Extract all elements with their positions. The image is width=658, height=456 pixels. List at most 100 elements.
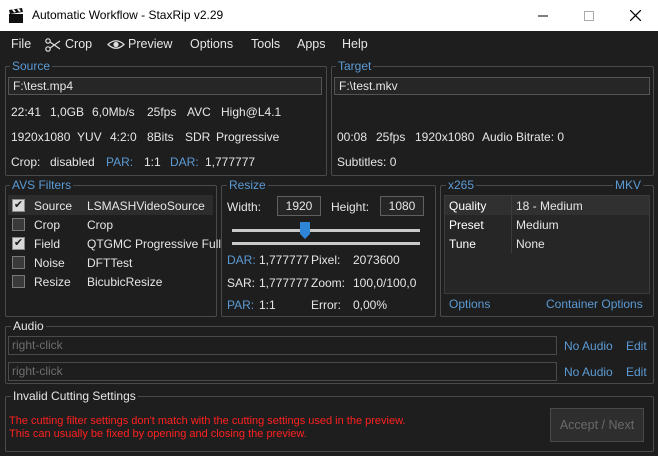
source-profile: High@L4.1 [221,105,282,119]
column-divider [511,215,512,234]
encoder-options-link[interactable]: Options [449,297,490,311]
checkbox-unchecked[interactable] [12,256,25,269]
encoder-option-row[interactable]: Quality 18 - Medium [445,196,649,215]
checkbox-checked[interactable]: ✔ [12,199,25,212]
encoder-option-value: 18 - Medium [516,199,583,213]
checkbox-unchecked[interactable] [12,218,25,231]
source-bitrate: 6,0Mb/s [92,105,135,119]
zoom-label: Zoom: [311,276,346,290]
avs-filters-label: AVS Filters [10,178,74,192]
source-crop-value: disabled [50,155,95,169]
pixel-value: 2073600 [353,253,400,267]
menu-tools[interactable]: Tools [251,37,280,51]
encoder-option-key: Quality [449,199,487,213]
error-label: Error: [311,298,341,312]
menu-file[interactable]: File [11,37,31,51]
resize-sar-label: SAR: [227,276,256,290]
audio-track-2-edit[interactable]: Edit [626,365,647,379]
menu-help[interactable]: Help [342,37,368,51]
filter-category: Crop [34,218,61,232]
maximize-button[interactable] [566,0,612,31]
menu-options[interactable]: Options [190,37,233,51]
source-par-value: 1:1 [144,155,161,169]
menu-crop[interactable]: Crop [65,37,92,51]
accept-next-button[interactable]: Accept / Next [550,408,644,442]
clapperboard-icon [9,8,23,23]
filter-category: Noise [34,256,65,270]
encoder-option-row[interactable]: Tune None [445,234,649,253]
slider-track [232,229,420,232]
source-resolution: 1920x1080 [11,130,71,144]
source-crop-label: Crop: [11,155,41,169]
source-size: 1,0GB [50,105,85,119]
encoder-label[interactable]: x265 [446,178,477,192]
scissors-icon [45,38,61,52]
audio-track-1-input[interactable]: right-click [8,336,557,355]
error-value: 0,00% [353,298,388,312]
container-label[interactable]: MKV [613,178,644,192]
resize-dar-value: 1,777777 [259,253,310,267]
target-path-field[interactable]: F:\test.mkv [334,77,650,95]
encoder-option-key: Tune [449,237,476,251]
source-colorspace: YUV [77,130,102,144]
target-fps: 25fps [376,130,406,144]
filter-name: DFTTest [87,256,133,270]
filter-row[interactable]: Resize BicubicResize [8,272,213,291]
filter-row[interactable]: ✔ Source LSMASHVideoSource [8,196,213,215]
source-bitdepth: 8Bits [147,130,174,144]
menu-apps[interactable]: Apps [297,37,326,51]
source-label: Source [10,59,53,73]
audio-track-2-status[interactable]: No Audio [564,365,613,379]
maximize-icon [584,10,594,21]
checkbox-unchecked[interactable] [12,275,25,288]
audio-label: Audio [11,319,46,333]
filter-row[interactable]: Crop Crop [8,215,213,234]
pixel-label: Pixel: [311,253,341,267]
resize-sar-value: 1,777777 [259,276,310,290]
source-par-label: PAR: [106,155,134,169]
filter-category: Resize [34,275,71,289]
encoder-option-row[interactable]: Preset Medium [445,215,649,234]
resize-par-label[interactable]: PAR: [227,298,254,312]
filter-category: Source [34,199,73,213]
filter-row[interactable]: ✔ Field QTGMC Progressive Full [8,234,221,253]
column-divider [511,196,512,215]
filter-name: BicubicResize [87,275,163,289]
source-path-field[interactable]: F:\test.mp4 [8,77,322,95]
source-duration: 22:41 [11,105,42,119]
filter-row[interactable]: Noise DFTTest [8,253,213,272]
menu-preview[interactable]: Preview [128,37,172,51]
audio-track-1-edit[interactable]: Edit [626,339,647,353]
close-icon [629,10,641,21]
source-fps: 25fps [147,105,177,119]
source-hdr: SDR [185,130,211,144]
minimize-icon [538,15,548,16]
source-scantype: Progressive [216,130,280,144]
width-label: Width: [227,200,262,214]
width-input[interactable]: 1920 [277,196,321,216]
source-dar-value: 1,777777 [205,155,256,169]
encoder-option-value: Medium [516,218,559,232]
audio-track-1-status[interactable]: No Audio [564,339,613,353]
column-divider [511,234,512,253]
zoom-value: 100,0/100,0 [353,276,417,290]
target-duration: 00:08 [337,130,368,144]
container-options-link[interactable]: Container Options [546,297,643,311]
source-chroma: 4:2:0 [110,130,137,144]
source-codec: AVC [187,105,211,119]
close-button[interactable] [612,0,658,31]
source-dar-label: DAR: [170,155,199,169]
resize-dar-label[interactable]: DAR: [227,253,256,267]
resize-label: Resize [227,178,268,192]
target-subtitles: Subtitles: 0 [337,155,397,169]
slider-track-secondary [232,242,420,245]
checkbox-checked[interactable]: ✔ [12,237,25,250]
cutting-message-line1: The cutting filter settings don't match … [9,415,406,427]
height-label: Height: [331,200,370,214]
audio-track-2-input[interactable]: right-click [8,362,557,381]
resize-par-value: 1:1 [259,298,276,312]
filter-name: QTGMC Progressive Full [87,237,222,251]
window-title: Automatic Workflow - StaxRip v2.29 [32,8,224,22]
height-input[interactable]: 1080 [380,196,424,216]
minimize-button[interactable] [520,0,566,31]
